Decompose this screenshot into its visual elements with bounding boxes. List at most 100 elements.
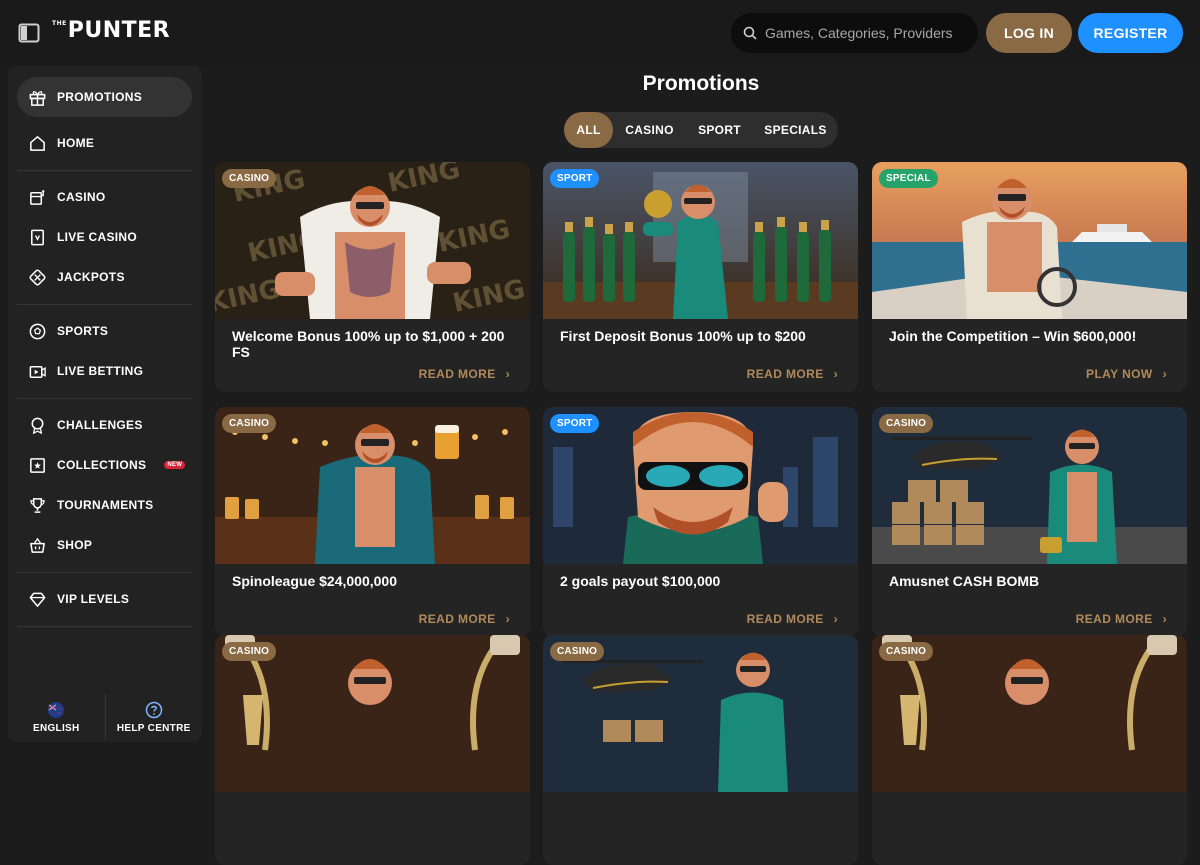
trophy-icon <box>30 497 45 513</box>
page-title: Promotions <box>642 72 760 95</box>
new-badge: NEW <box>164 461 186 469</box>
sidebar: PROMOTIONS HOME CASINO LIVE CASINO JACKP… <box>8 66 202 742</box>
sidebar-item-home[interactable]: HOME <box>17 123 192 163</box>
category-tag: CASINO <box>222 169 277 188</box>
sidebar-item-tournaments[interactable]: TOURNAMENTS <box>17 485 192 525</box>
home-icon <box>30 135 45 151</box>
category-tag: CASINO <box>222 414 277 433</box>
medal-icon <box>31 417 44 434</box>
sidebar-item-sports[interactable]: SPORTS <box>17 311 192 351</box>
sidebar-item-label: VIP LEVELS <box>57 592 130 606</box>
promo-card[interactable]: SPORT First Deposit Bonus 100% up to $20… <box>543 162 858 392</box>
promo-title: 2 goals payout $100,000 <box>560 573 721 589</box>
sidebar-divider <box>17 572 192 573</box>
action-label: PLAY NOW <box>1086 367 1153 381</box>
chevron-right-icon: › <box>833 612 838 626</box>
help-centre-button[interactable]: HELP CENTRE <box>106 692 203 742</box>
sidebar-item-label: PROMOTIONS <box>57 90 143 104</box>
chevron-right-icon: › <box>505 367 510 381</box>
category-tag: SPECIAL <box>879 169 938 188</box>
promo-card[interactable]: CASINO <box>215 635 530 865</box>
collection-icon <box>30 457 45 473</box>
category-tag: CASINO <box>550 642 605 661</box>
sidebar-item-label: LIVE CASINO <box>57 230 137 244</box>
promo-card[interactable]: CASINO Spinoleague $24,000,000 READ MORE… <box>215 407 530 637</box>
sidebar-item-challenges[interactable]: CHALLENGES <box>17 405 192 445</box>
chevron-right-icon: › <box>505 612 510 626</box>
flag-icon <box>48 701 65 718</box>
logo-text: PUNTER <box>67 18 171 43</box>
sidebar-divider <box>17 304 192 305</box>
diamond-icon <box>29 592 46 607</box>
sidebar-item-jackpots[interactable]: JACKPOTS <box>17 257 192 297</box>
promo-title: First Deposit Bonus 100% up to $200 <box>560 328 806 344</box>
sidebar-toggle-icon[interactable] <box>18 22 40 44</box>
sidebar-item-promotions[interactable]: PROMOTIONS <box>17 77 192 117</box>
sidebar-item-live-betting[interactable]: LIVE BETTING <box>17 351 192 391</box>
filter-tabs: ALL CASINO SPORT SPECIALS <box>564 112 838 148</box>
help-icon <box>145 701 162 718</box>
search-input[interactable] <box>765 25 965 41</box>
basket-icon <box>30 537 45 553</box>
sidebar-item-shop[interactable]: SHOP <box>17 525 192 565</box>
sidebar-item-label: COLLECTIONS <box>57 458 147 472</box>
action-label: READ MORE <box>418 367 496 381</box>
jackpot-icon <box>29 268 46 286</box>
read-more-link[interactable]: READ MORE › <box>1076 612 1167 626</box>
sidebar-item-label: CASINO <box>57 190 106 204</box>
sidebar-footer: ENGLISH HELP CENTRE <box>8 692 202 742</box>
slot-machine-icon <box>30 189 45 205</box>
play-now-link[interactable]: PLAY NOW › <box>1086 367 1167 381</box>
category-tag: CASINO <box>222 642 277 661</box>
brand-logo[interactable]: THE PUNTER <box>52 18 170 43</box>
action-label: READ MORE <box>746 367 824 381</box>
sidebar-item-vip-levels[interactable]: VIP LEVELS <box>17 579 192 619</box>
read-more-link[interactable]: READ MORE › <box>747 367 838 381</box>
language-label: ENGLISH <box>32 722 80 734</box>
tab-sport[interactable]: SPORT <box>686 112 753 148</box>
live-card-icon <box>31 229 44 245</box>
sidebar-divider <box>17 398 192 399</box>
sidebar-item-live-casino[interactable]: LIVE CASINO <box>17 217 192 257</box>
chevron-right-icon: › <box>1162 367 1167 381</box>
sidebar-item-label: TOURNAMENTS <box>57 498 154 512</box>
login-button[interactable]: LOG IN <box>986 13 1072 53</box>
gift-icon <box>29 90 46 106</box>
search-icon <box>743 26 757 40</box>
sidebar-item-casino[interactable]: CASINO <box>17 177 192 217</box>
promo-title: Spinoleague $24,000,000 <box>232 573 397 589</box>
sidebar-item-label: JACKPOTS <box>57 270 125 284</box>
live-tv-icon <box>29 365 46 378</box>
search-box[interactable] <box>731 13 978 53</box>
help-label: HELP CENTRE <box>116 722 191 734</box>
promo-card[interactable]: CASINO Amusnet CASH BOMB READ MORE › <box>872 407 1187 637</box>
register-button[interactable]: REGISTER <box>1078 13 1183 53</box>
soccer-ball-icon <box>29 323 46 339</box>
read-more-link[interactable]: READ MORE › <box>419 612 510 626</box>
promo-card[interactable]: CASINO <box>872 635 1187 865</box>
language-selector[interactable]: ENGLISH <box>8 692 105 742</box>
sidebar-item-label: HOME <box>57 136 95 150</box>
promo-card[interactable]: CASINO <box>543 635 858 865</box>
promo-title: Amusnet CASH BOMB <box>889 573 1040 589</box>
top-header: THE PUNTER LOG IN REGISTER <box>0 0 1200 66</box>
category-tag: SPORT <box>550 169 600 188</box>
tab-specials[interactable]: SPECIALS <box>753 112 838 148</box>
sidebar-item-collections[interactable]: COLLECTIONS NEW <box>17 445 192 485</box>
category-tag: CASINO <box>879 414 934 433</box>
chevron-right-icon: › <box>1162 612 1167 626</box>
chevron-right-icon: › <box>833 367 838 381</box>
sidebar-item-label: CHALLENGES <box>57 418 143 432</box>
tab-casino[interactable]: CASINO <box>613 112 686 148</box>
promo-card[interactable]: SPECIAL Join the Competition – Win $600,… <box>872 162 1187 392</box>
read-more-link[interactable]: READ MORE › <box>419 367 510 381</box>
read-more-link[interactable]: READ MORE › <box>747 612 838 626</box>
sidebar-item-label: SPORTS <box>57 324 109 338</box>
sidebar-item-label: SHOP <box>57 538 93 552</box>
sidebar-divider <box>17 626 192 627</box>
promo-card[interactable]: SPORT 2 goals payout $100,000 READ MORE … <box>543 407 858 637</box>
promo-card[interactable]: KING KING KING KING KING KING CASINO Wel… <box>215 162 530 392</box>
tab-all[interactable]: ALL <box>564 112 613 148</box>
logo-prefix: THE <box>52 20 67 27</box>
sidebar-divider <box>17 170 192 171</box>
